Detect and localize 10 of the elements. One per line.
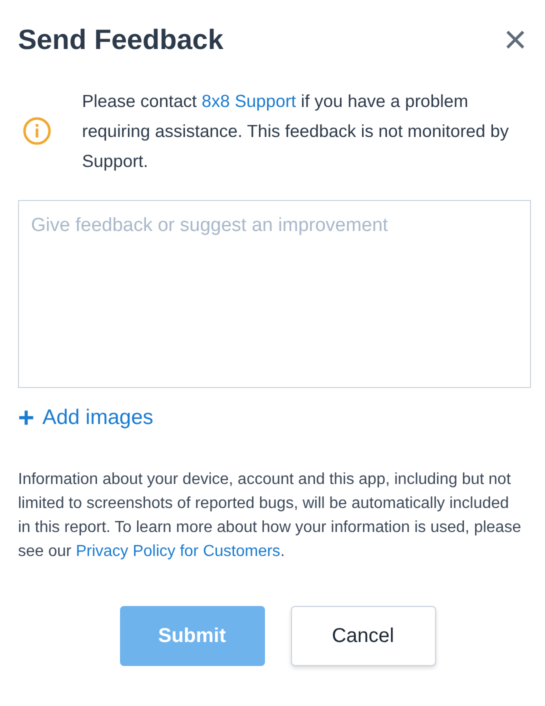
close-button[interactable]: × xyxy=(500,23,531,57)
notice-text: Please contact 8x8 Support if you have a problem requiring assistance. This feedback is not monitored by Support. xyxy=(82,90,510,173)
add-images-button[interactable]: + Add images xyxy=(18,406,154,430)
cancel-button[interactable]: Cancel xyxy=(290,606,436,666)
info-icon xyxy=(22,116,52,146)
privacy-policy-link[interactable]: Privacy Policy for Customers xyxy=(76,543,280,560)
support-link[interactable]: 8x8 Support xyxy=(202,91,296,111)
feedback-field[interactable]: Give feedback or suggest an improvement xyxy=(18,200,531,388)
disclaimer-text: Information about your device, account and this app, including but not limited to screenshots of reported bugs, will be automatically included in this report. To learn more about how your information is used, please see our Privacy Policy for Customers. xyxy=(18,470,522,562)
dialog-title: Send Feedback xyxy=(18,24,224,56)
